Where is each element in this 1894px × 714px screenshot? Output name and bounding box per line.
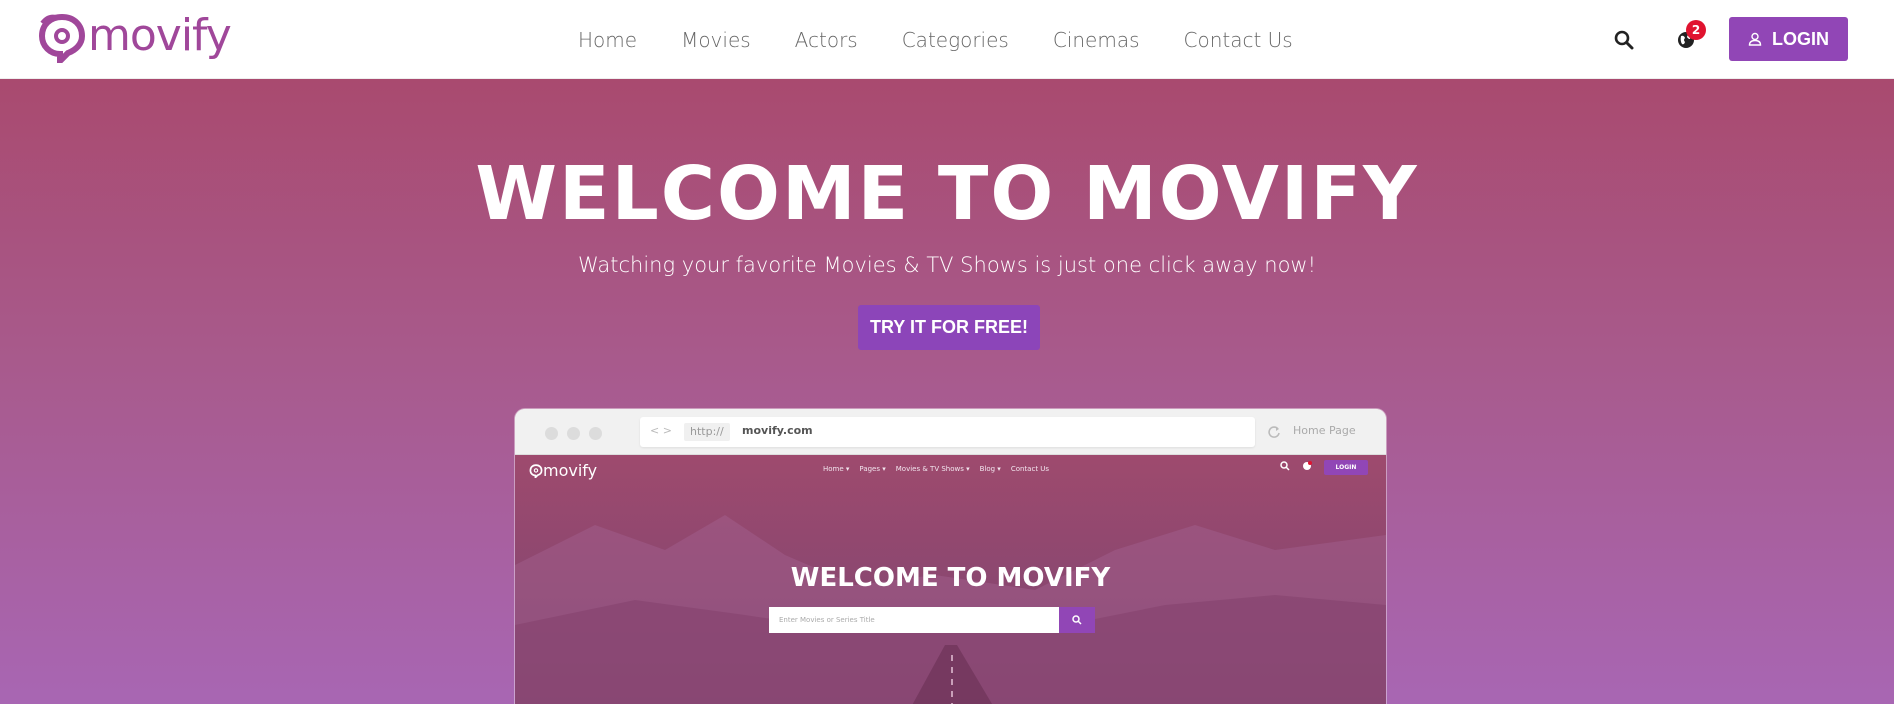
address-bar: < > http:// movify.com — [640, 417, 1255, 447]
try-free-button[interactable]: TRY IT FOR FREE! — [858, 305, 1040, 350]
preview-nav-item: Movies & TV Shows ▾ — [895, 465, 970, 473]
preview-login-label: LOGIN — [1335, 464, 1357, 471]
nav-arrows-icon: < > — [650, 424, 672, 437]
preview-site: movify Home ▾ Pages ▾ Movies & TV Shows … — [515, 455, 1386, 704]
browser-chrome: < > http:// movify.com Home Page — [515, 409, 1386, 455]
user-icon — [1748, 32, 1762, 46]
preview-nav-item: Home ▾ — [823, 465, 850, 473]
main-nav: Home Movies Actors Categories Cinemas Co… — [556, 0, 1315, 79]
preview-nav-item: Blog ▾ — [979, 465, 1001, 473]
preview-nav-item: Pages ▾ — [859, 465, 886, 473]
hero-section: WELCOME TO MOVIFY Watching your favorite… — [0, 79, 1894, 704]
url-protocol: http:// — [684, 423, 730, 441]
search-icon — [1614, 30, 1634, 50]
logo-icon — [529, 463, 543, 478]
nav-contact-us[interactable]: Contact Us — [1184, 28, 1293, 52]
login-label: LOGIN — [1772, 28, 1829, 49]
preview-search-input: Enter Movies or Series Title — [769, 607, 1059, 633]
window-dot — [545, 427, 558, 440]
url-text: movify.com — [742, 424, 813, 437]
window-dot — [567, 427, 580, 440]
login-button[interactable]: LOGIN — [1729, 17, 1848, 61]
preview-search-button — [1059, 607, 1095, 633]
globe-icon — [1303, 461, 1312, 470]
window-dot — [589, 427, 602, 440]
preview-logo: movify — [529, 461, 597, 480]
search-button[interactable] — [1608, 24, 1640, 56]
hero-subtitle: Watching your favorite Movies & TV Shows… — [577, 253, 1317, 277]
logo-icon — [38, 13, 86, 63]
preview-title: WELCOME TO MOVIFY — [790, 563, 1111, 593]
logo-text: movify — [88, 10, 232, 61]
nav-cinemas[interactable]: Cinemas — [1053, 28, 1140, 52]
search-icon — [1072, 615, 1082, 625]
search-icon — [1280, 461, 1290, 471]
nav-categories[interactable]: Categories — [902, 28, 1009, 52]
site-logo[interactable]: movify — [38, 10, 232, 64]
hero-title: WELCOME TO MOVIFY — [475, 151, 1419, 237]
nav-movies[interactable]: Movies — [681, 28, 751, 52]
notification-badge: 2 — [1686, 20, 1706, 40]
top-navbar: movify Home Movies Actors Categories Cin… — [0, 0, 1894, 79]
reload-icon — [1268, 426, 1280, 438]
home-page-label: Home Page — [1293, 424, 1356, 437]
preview-nav: Home ▾ Pages ▾ Movies & TV Shows ▾ Blog … — [823, 465, 1059, 473]
preview-icons — [1280, 461, 1312, 471]
browser-mockup: < > http:// movify.com Home Page movify … — [515, 409, 1386, 704]
nav-actors[interactable]: Actors — [795, 28, 858, 52]
preview-logo-text: movify — [543, 461, 598, 480]
nav-home[interactable]: Home — [578, 28, 637, 52]
preview-login-button: LOGIN — [1324, 460, 1368, 475]
preview-nav-item: Contact Us — [1010, 465, 1050, 473]
preview-search: Enter Movies or Series Title — [769, 607, 1095, 633]
